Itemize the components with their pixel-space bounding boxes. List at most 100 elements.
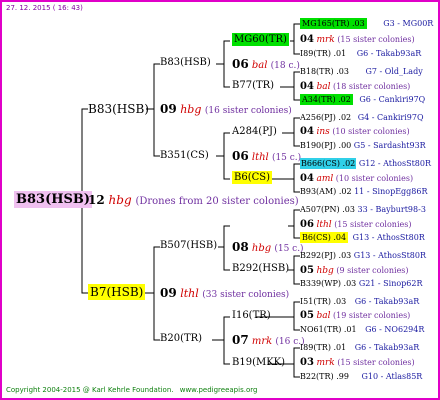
g4-row-16: B339(WP) .03 G21 - Sinop62R bbox=[300, 280, 423, 288]
g2-node-7-breeding: 07 mrk (16 c.) bbox=[232, 334, 305, 347]
g2-node-3-gen: 06 bbox=[232, 149, 249, 163]
g1-queen-bottom: B7(HSB) bbox=[88, 284, 146, 300]
g2-node-7: B20(TR) bbox=[160, 333, 203, 344]
g4-row-21: B22(TR) .99 G10 - Atlas85R bbox=[300, 373, 422, 381]
root-method: hbg bbox=[108, 193, 132, 207]
g4-row-12-gen: 06 bbox=[300, 219, 314, 230]
g4-row-9-gen: 04 bbox=[300, 173, 314, 184]
g4-row-10: B93(AM) .02 11 - SinopEgg86R bbox=[300, 188, 427, 196]
g4-row-1: MG165(TR) .03 G3 - MG00R bbox=[300, 18, 434, 29]
g3-node-18-note: (19 sister colonies) bbox=[333, 311, 411, 320]
g4-row-15-gen: 05 bbox=[300, 265, 314, 276]
g4-row-13: B6(CS) .04 G13 - AthosSt80R bbox=[300, 232, 425, 243]
g3-node-1-name: MG60(TR) bbox=[232, 33, 289, 46]
g2-node-1-gen: 06 bbox=[232, 57, 249, 71]
g4-row-14-name: B292(PJ) .03 bbox=[300, 251, 352, 260]
g1-top-method: hbg bbox=[180, 103, 202, 116]
g3-node-18-breeding: 05 bal (19 sister colonies) bbox=[300, 311, 410, 321]
g4-row-9-method: aml bbox=[316, 174, 334, 184]
g4-row-14-note: G13 - AthosSt80R bbox=[353, 251, 426, 260]
g3-node-6: A284(PJ) bbox=[232, 126, 277, 137]
g4-row-6: A256(PJ) .02 G4 - Cankiri97Q bbox=[300, 114, 424, 122]
g4-row-11-name: A507(PN) .03 bbox=[300, 205, 355, 214]
g4-row-12-method: lthl bbox=[316, 220, 332, 230]
g4-row-2-name: I89(TR) .01 bbox=[300, 49, 347, 58]
g3-node-18-method: bal bbox=[316, 311, 331, 321]
g4-row-18-name: NO61(TR) .01 bbox=[300, 325, 357, 334]
g4-row-9-note: (10 sister colonies) bbox=[335, 174, 414, 183]
g4-row-6-name: A256(PJ) .02 bbox=[300, 113, 352, 122]
footer-url[interactable]: www.pedigreeapis.org bbox=[180, 386, 258, 394]
root-note: (Drones from 20 sister colonies) bbox=[135, 196, 299, 207]
g2-node-5-breeding: 08 hbg (15 c.) bbox=[232, 241, 304, 254]
g4-row-16-name: B339(WP) .03 bbox=[300, 279, 357, 288]
g2-node-1-breeding: 06 bal (18 c.) bbox=[232, 58, 300, 71]
g3-node-18: I16(TR) bbox=[232, 310, 271, 321]
g1-bottom-breeding: 09 lthl (33 sister colonies) bbox=[160, 287, 289, 300]
g4-row-8: B666(CS) .02 G12 - AthosSt80R bbox=[300, 158, 431, 169]
g2-node-7-method: mrk bbox=[251, 336, 273, 347]
g4-row-2: I89(TR) .01 G6 - Takab93aR bbox=[300, 50, 421, 58]
g4-row-3-name: B18(TR) .03 bbox=[300, 67, 349, 76]
g4-row-12: 06 lthl (15 sister colonies) bbox=[300, 220, 411, 230]
g4-row-5-note: G6 - Cankiri97Q bbox=[359, 95, 426, 104]
g2-node-7-gen: 07 bbox=[232, 333, 249, 347]
g4-row-20-gen: 03 bbox=[300, 357, 314, 368]
g2-node-3: B351(CS) bbox=[160, 150, 209, 161]
g4-row-2-note: G6 - Takab93aR bbox=[356, 49, 422, 58]
g2-node-6: B292(HSB) bbox=[232, 263, 290, 274]
g2-node-1-note: (18 c.) bbox=[270, 61, 300, 71]
g4-row-13-note: G13 - AthosSt80R bbox=[352, 233, 425, 242]
g1-bottom-name: B7(HSB) bbox=[88, 284, 146, 300]
root-node: B83(HSB) bbox=[14, 191, 93, 208]
g4-row-19-note: G6 - Takab93aR bbox=[354, 343, 420, 352]
g4-row-8-name: B666(CS) .02 bbox=[300, 158, 357, 169]
g4-row-15: 05 hbg (9 sister colonies) bbox=[300, 266, 409, 276]
g4-row-19: I89(TR) .01 G6 - Takab93aR bbox=[300, 344, 419, 352]
g4-row-13-name: B6(CS) .04 bbox=[300, 232, 349, 243]
g3-node-6-note: (10 sister colonies) bbox=[332, 127, 410, 136]
g4-row-17-note: G6 - Takab93aR bbox=[354, 297, 420, 306]
g4-row-1-name: MG165(TR) .03 bbox=[300, 18, 367, 29]
g2-node-4: B6(CS) bbox=[232, 171, 273, 184]
g2-node-3-method: lthl bbox=[251, 152, 269, 163]
g3-node-1: MG60(TR) bbox=[232, 33, 289, 46]
g1-bottom-gen: 09 bbox=[160, 286, 177, 300]
g3-node-1-breeding: 04 mrk (15 sister colonies) bbox=[300, 35, 415, 45]
g1-bottom-method: lthl bbox=[180, 287, 199, 300]
root-name: B83(HSB) bbox=[14, 191, 93, 208]
g3-node-1-method: mrk bbox=[316, 35, 335, 45]
g4-row-7-note: G5 - Sardasht93R bbox=[353, 141, 426, 150]
g1-bottom-note: (33 sister colonies) bbox=[202, 290, 290, 300]
g4-row-15-method: hbg bbox=[316, 266, 334, 276]
g4-row-6-note: G4 - Cankiri97Q bbox=[357, 113, 424, 122]
g3-node-6-gen: 04 bbox=[300, 126, 314, 137]
g2-node-4-name: B6(CS) bbox=[232, 171, 273, 184]
g4-row-1-note: G3 - MG00R bbox=[383, 19, 434, 28]
g2-node-5-gen: 08 bbox=[232, 240, 249, 254]
root-breeding: 12 hbg (Drones from 20 sister colonies) bbox=[88, 194, 299, 207]
g2-node-5: B507(HSB) bbox=[160, 240, 218, 251]
g4-row-17-name: I51(TR) .03 bbox=[300, 297, 347, 306]
g4-row-21-note: G10 - Atlas85R bbox=[361, 372, 423, 381]
g2-node-1: B83(HSB) bbox=[160, 57, 211, 68]
g4-row-18-note: G6 - NO6294R bbox=[365, 325, 425, 334]
g3-node-6-breeding: 04 ins (10 sister colonies) bbox=[300, 127, 410, 137]
g4-row-4: 04 bal (18 sister colonies) bbox=[300, 82, 410, 92]
g1-queen-top: B83(HSB) bbox=[88, 102, 149, 116]
g4-row-10-name: B93(AM) .02 bbox=[300, 187, 352, 196]
g4-row-7: B190(PJ) .00 G5 - Sardasht93R bbox=[300, 142, 426, 150]
g3-node-1-note: (15 sister colonies) bbox=[337, 35, 415, 44]
g2-node-2: B77(TR) bbox=[232, 80, 275, 91]
g4-row-3: B18(TR) .03 G7 - Old_Lady bbox=[300, 68, 423, 76]
g3-node-18-gen: 05 bbox=[300, 310, 314, 321]
g2-node-5-method: hbg bbox=[251, 243, 272, 254]
pedigree-frame: 27. 12. 2015 ( 16: 43) B83(HSB) 12 hbg (… bbox=[0, 0, 440, 400]
g1-top-gen: 09 bbox=[160, 102, 177, 116]
g3-node-1-gen: 04 bbox=[300, 34, 314, 45]
g4-row-16-note: G21 - Sinop62R bbox=[358, 279, 423, 288]
g4-row-17: I51(TR) .03 G6 - Takab93aR bbox=[300, 298, 419, 306]
g4-row-11: A507(PN) .03 33 - Bayburt98-3 bbox=[300, 206, 426, 214]
g4-row-10-note: 11 - SinopEgg86R bbox=[354, 187, 428, 196]
g1-top-breeding: 09 hbg (16 sister colonies) bbox=[160, 103, 292, 116]
